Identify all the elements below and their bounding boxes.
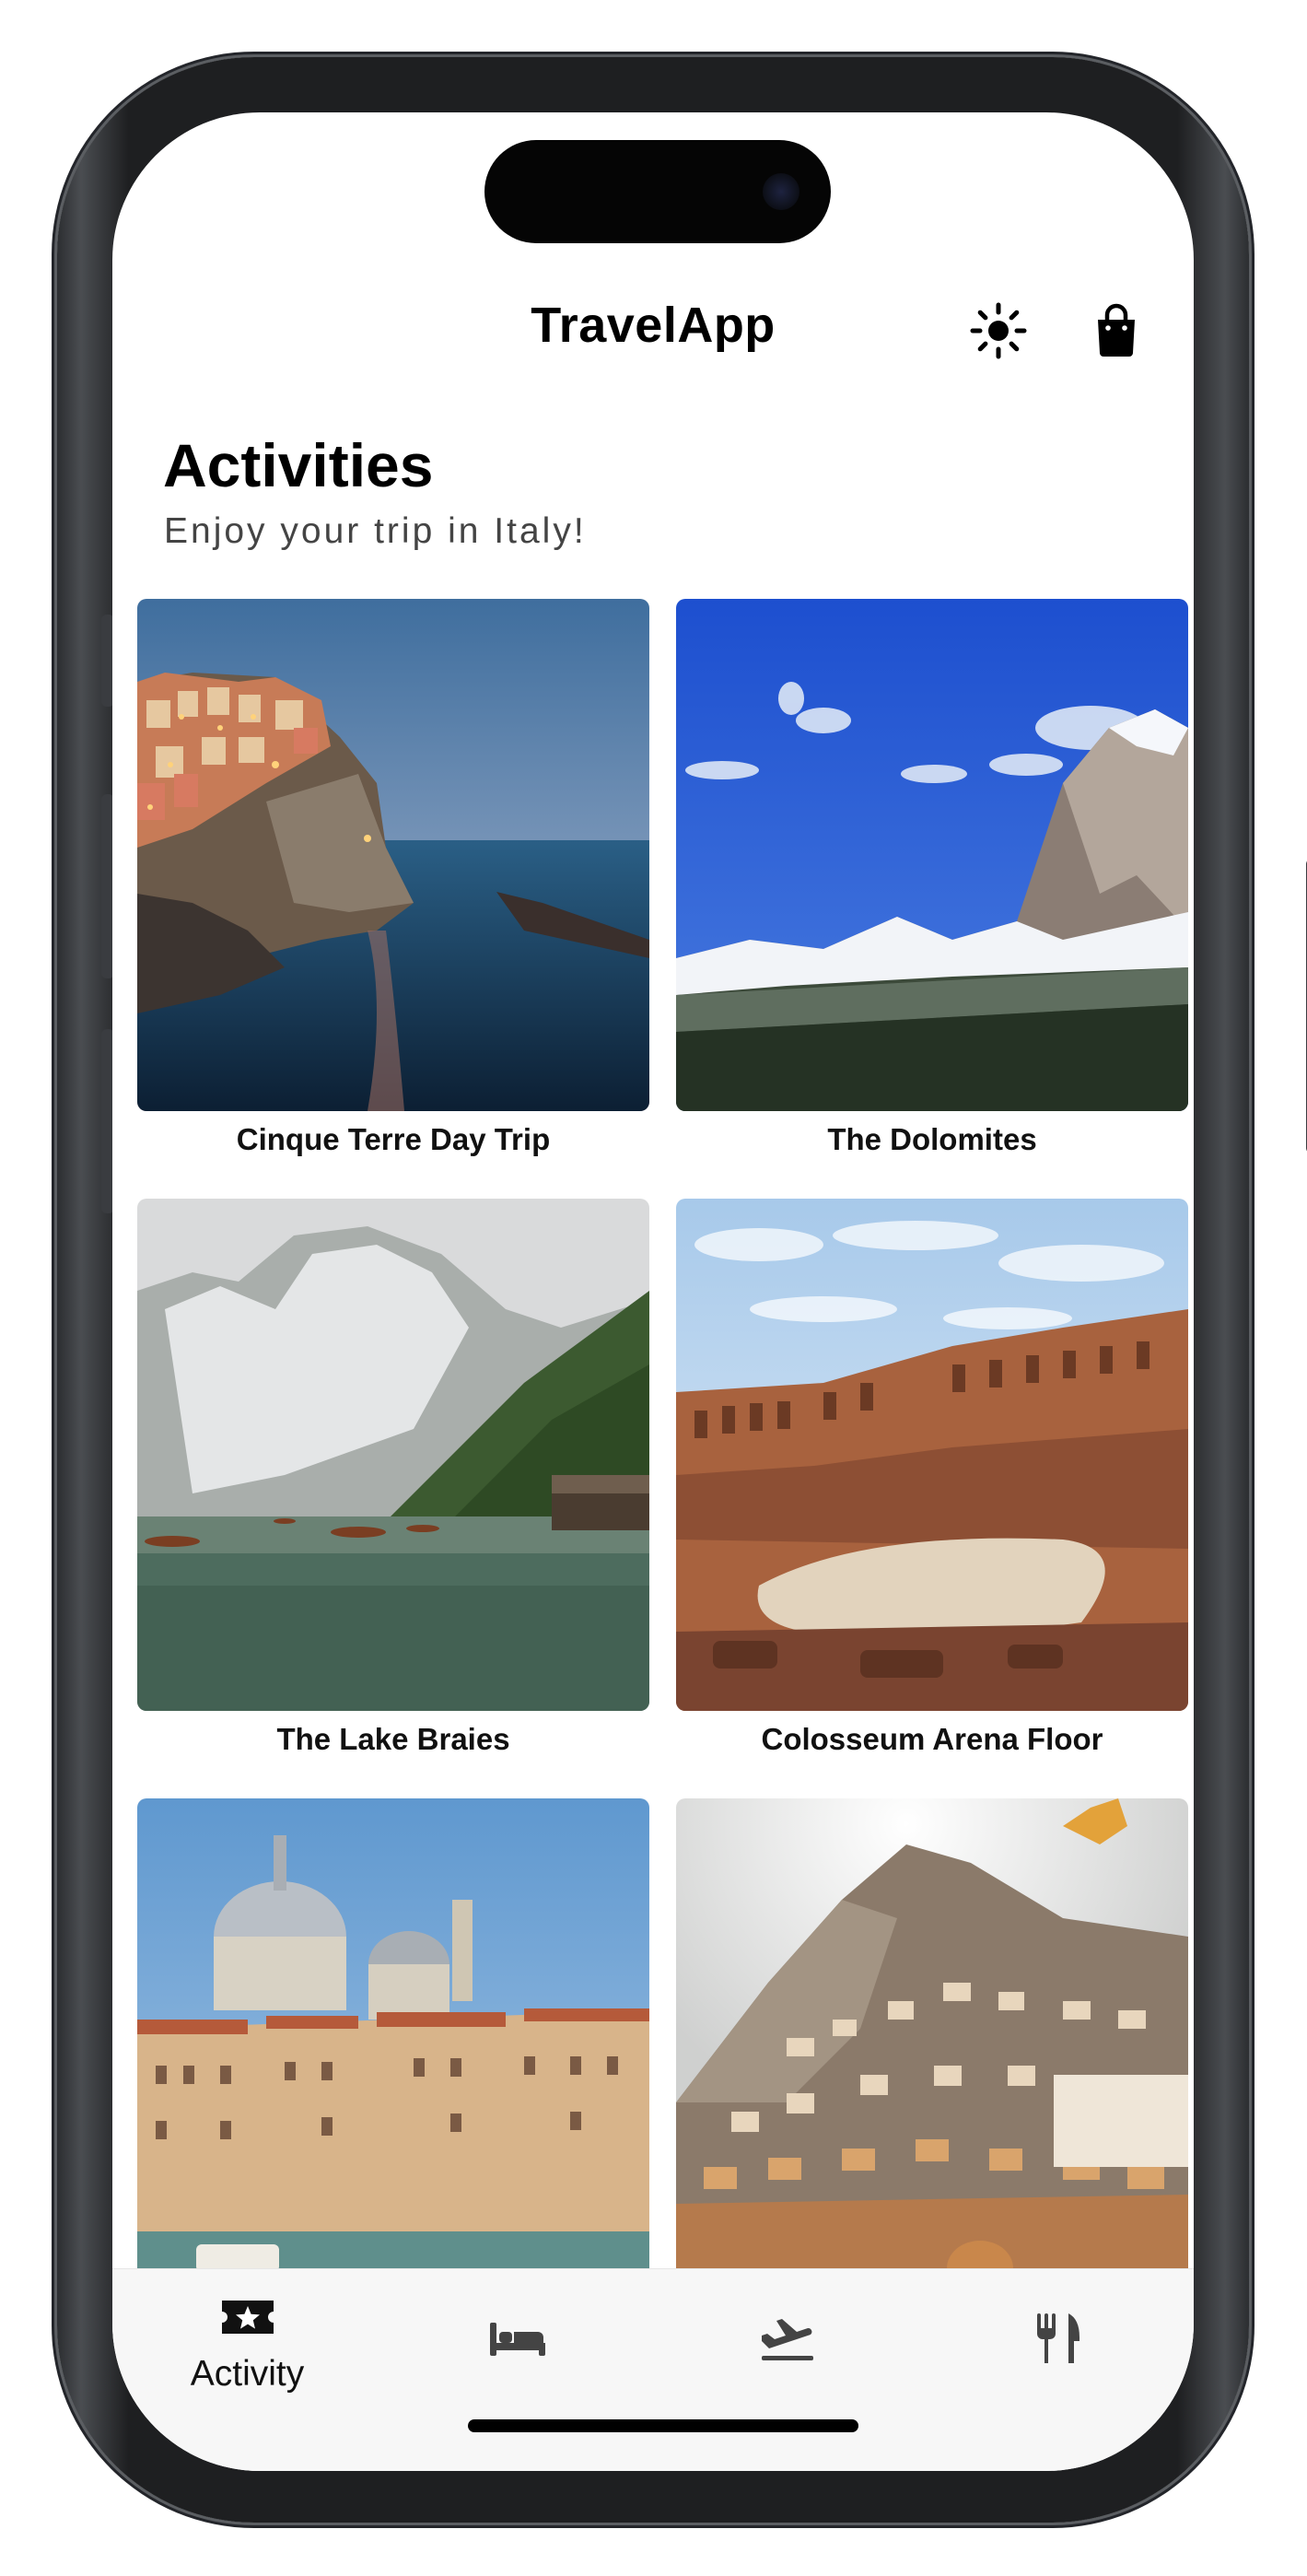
activity-title: The Dolomites [827, 1122, 1037, 1156]
app-title: TravelApp [531, 298, 776, 353]
tab-hotel[interactable] [382, 2269, 652, 2417]
dolomites-image [676, 599, 1188, 1111]
venice-image [137, 1798, 649, 2311]
lake-braies-image [137, 1199, 649, 1711]
activity-title: Colosseum Arena Floor [761, 1722, 1103, 1756]
tab-food[interactable] [922, 2269, 1192, 2417]
dynamic-island [484, 140, 831, 243]
cinque-terre-image [137, 599, 649, 1111]
sun-icon[interactable] [969, 301, 1028, 360]
colosseum-image [676, 1199, 1188, 1711]
positano-image [676, 1798, 1188, 2311]
activity-card-dolomites[interactable]: The Dolomites [676, 599, 1188, 1157]
ticket-star-icon [221, 2301, 274, 2334]
activity-card-positano[interactable] [676, 1798, 1188, 2322]
home-indicator[interactable] [468, 2419, 858, 2432]
screen: TravelApp Activities Enjoy your trip in … [112, 112, 1194, 2471]
activity-card-cinque-terre[interactable]: Cinque Terre Day Trip [137, 599, 649, 1157]
activity-title: The Lake Braies [276, 1722, 510, 1756]
activity-card-colosseum[interactable]: Colosseum Arena Floor [676, 1199, 1188, 1757]
activity-card-lake-braies[interactable]: The Lake Braies [137, 1199, 649, 1757]
activity-title: Cinque Terre Day Trip [236, 1122, 551, 1156]
airplane-departure-icon [761, 2319, 813, 2360]
camera-icon [763, 173, 799, 210]
shopping-bag-icon[interactable] [1087, 301, 1146, 360]
tab-activity[interactable]: Activity [112, 2269, 382, 2417]
activity-card-venice[interactable] [137, 1798, 649, 2322]
page-title: Activities [163, 431, 434, 499]
tab-bar: Activity [112, 2268, 1194, 2471]
page-subtitle: Enjoy your trip in Italy! [164, 511, 587, 551]
tab-label: Activity [190, 2354, 305, 2394]
fork-knife-icon [1036, 2313, 1079, 2363]
tab-flight[interactable] [652, 2269, 922, 2417]
bed-icon [489, 2323, 545, 2356]
